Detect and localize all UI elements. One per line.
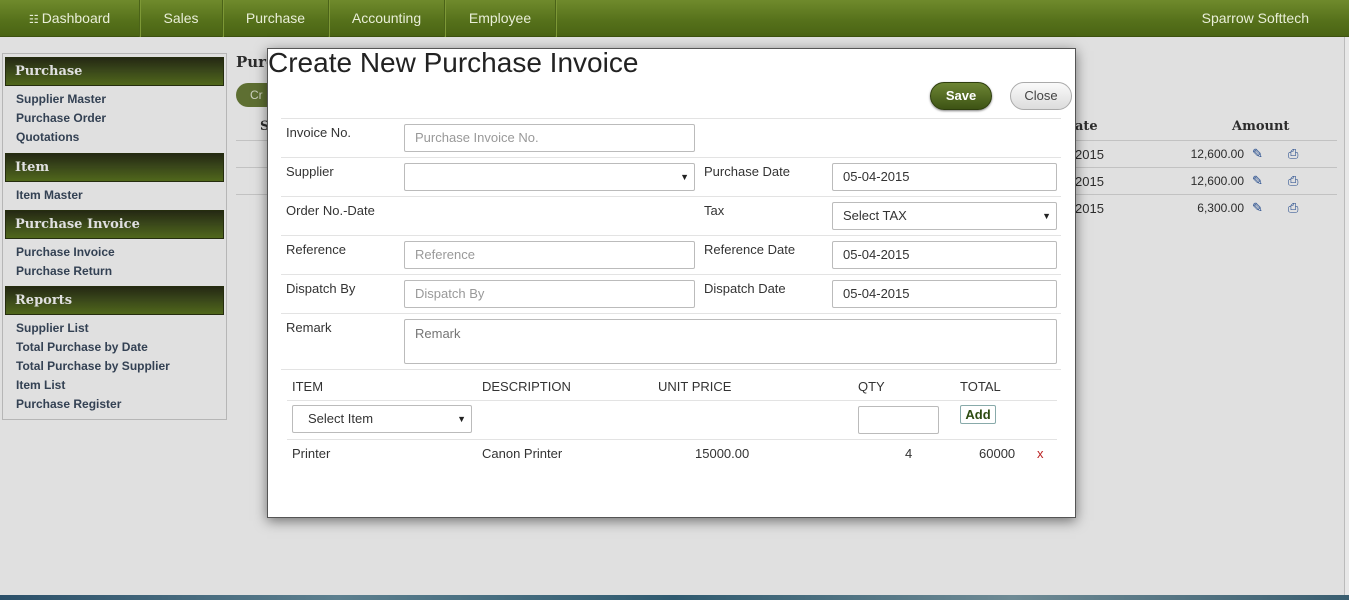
- divider: [287, 439, 1057, 440]
- nav-purchase-label: Purchase: [245, 10, 306, 26]
- line-item-name: Printer: [292, 446, 331, 461]
- reference-date-input[interactable]: 05-04-2015: [832, 241, 1057, 269]
- divider: [281, 274, 1061, 275]
- reference-label: Reference: [286, 242, 346, 257]
- tax-select[interactable]: Select TAX ▼: [832, 202, 1057, 230]
- line-item-unit-price: 15000.00: [695, 446, 750, 461]
- nav-sales-label: Sales: [163, 10, 199, 26]
- nav-sales[interactable]: Sales: [140, 0, 223, 37]
- nav-accounting-label: Accounting: [351, 10, 422, 26]
- tax-value: Select TAX: [843, 208, 907, 223]
- invoice-no-input[interactable]: Purchase Invoice No.: [404, 124, 695, 152]
- invoice-no-label: Invoice No.: [286, 125, 352, 140]
- select-item-dropdown[interactable]: Select Item ▼: [292, 405, 472, 433]
- select-item-value: Select Item: [308, 411, 374, 426]
- qty-input[interactable]: [858, 406, 939, 434]
- dropdown-arrow-icon: ▼: [1042, 211, 1051, 221]
- divider: [281, 313, 1061, 314]
- line-item-description: Canon Printer: [482, 446, 563, 461]
- brand-name[interactable]: Sparrow Softtech: [1202, 0, 1309, 37]
- dispatch-date-input[interactable]: 05-04-2015: [832, 280, 1057, 308]
- scrollbar[interactable]: [1344, 37, 1349, 600]
- items-header-qty: QTY: [858, 379, 885, 394]
- reference-input[interactable]: Reference: [404, 241, 695, 269]
- divider: [287, 400, 1057, 401]
- divider: [281, 118, 1061, 119]
- purchase-date-label: Purchase Date: [704, 164, 790, 179]
- line-item-qty: 4: [905, 446, 913, 461]
- line-item-total: 60000: [979, 446, 1016, 461]
- modal-title: Create New Purchase Invoice: [268, 47, 639, 78]
- supplier-select[interactable]: ▼: [404, 163, 695, 191]
- taskbar-strip: [0, 595, 1349, 600]
- items-header-unit-price: UNIT PRICE: [658, 379, 732, 394]
- order-no-date-label: Order No.-Date: [286, 203, 375, 218]
- items-header-total: TOTAL: [960, 379, 1001, 394]
- save-button[interactable]: Save: [930, 82, 992, 110]
- close-button[interactable]: Close: [1010, 82, 1072, 110]
- create-invoice-modal: Create New Purchase Invoice Save Close I…: [267, 48, 1076, 518]
- nav-dashboard[interactable]: ☷ Dashboard: [0, 0, 140, 37]
- list-icon: ☷: [28, 14, 39, 26]
- remove-line-icon[interactable]: x: [1037, 446, 1044, 461]
- nav-employee-label: Employee: [468, 10, 532, 26]
- divider: [281, 369, 1061, 370]
- nav-employee[interactable]: Employee: [445, 0, 556, 37]
- divider: [281, 235, 1061, 236]
- reference-date-label: Reference Date: [704, 242, 796, 257]
- remark-textarea[interactable]: [404, 319, 1057, 364]
- dispatch-by-input[interactable]: Dispatch By: [404, 280, 695, 308]
- nav-dashboard-label: Dashboard: [41, 10, 111, 26]
- supplier-label: Supplier: [286, 164, 334, 179]
- divider: [281, 157, 1061, 158]
- remark-label: Remark: [286, 320, 332, 335]
- items-header-description: DESCRIPTION: [482, 379, 571, 394]
- dispatch-date-label: Dispatch Date: [704, 281, 786, 296]
- dispatch-by-label: Dispatch By: [286, 281, 356, 296]
- items-header-item: ITEM: [292, 379, 324, 394]
- nav-accounting[interactable]: Accounting: [329, 0, 445, 37]
- tax-label: Tax: [704, 203, 725, 218]
- add-item-button[interactable]: Add: [960, 405, 996, 424]
- top-navbar: ☷ Dashboard Sales Purchase Accounting Emp…: [0, 0, 1349, 37]
- divider: [281, 196, 1061, 197]
- dropdown-arrow-icon: ▼: [457, 414, 466, 424]
- dropdown-arrow-icon: ▼: [680, 172, 689, 182]
- nav-purchase[interactable]: Purchase: [223, 0, 329, 37]
- purchase-date-input[interactable]: 05-04-2015: [832, 163, 1057, 191]
